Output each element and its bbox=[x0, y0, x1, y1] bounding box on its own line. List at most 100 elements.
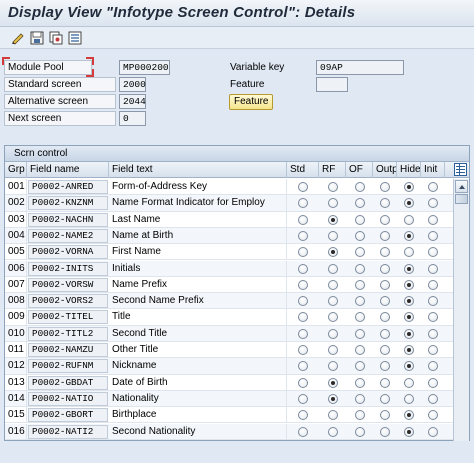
table-row[interactable]: 008 P0002-VORS2 Second Name Prefix bbox=[5, 293, 453, 310]
radio-rf[interactable] bbox=[328, 198, 338, 209]
radio-std[interactable] bbox=[298, 214, 308, 225]
radio-hide[interactable] bbox=[404, 198, 414, 209]
radio-hide[interactable] bbox=[404, 393, 414, 404]
field-name-cell[interactable]: P0002-RUFNM bbox=[28, 359, 108, 374]
radio-of[interactable] bbox=[355, 312, 365, 323]
radio-of[interactable] bbox=[355, 377, 365, 388]
variable-key-field[interactable]: 09AP bbox=[316, 60, 404, 75]
radio-std[interactable] bbox=[298, 345, 308, 355]
radio-init[interactable] bbox=[428, 312, 438, 323]
radio-hide[interactable] bbox=[404, 328, 414, 339]
radio-of[interactable] bbox=[355, 296, 365, 307]
field-name-cell[interactable]: P0002-GBORT bbox=[28, 408, 108, 423]
radio-outp[interactable] bbox=[380, 312, 390, 323]
field-name-cell[interactable]: P0002-TITL2 bbox=[28, 326, 108, 341]
radio-hide[interactable] bbox=[404, 377, 414, 388]
radio-outp[interactable] bbox=[380, 410, 390, 421]
copy-icon[interactable] bbox=[48, 30, 64, 46]
radio-rf[interactable] bbox=[328, 377, 338, 388]
radio-of[interactable] bbox=[355, 393, 365, 404]
table-row[interactable]: 009 P0002-TITEL Title bbox=[5, 309, 453, 326]
radio-init[interactable] bbox=[428, 182, 438, 192]
table-row[interactable]: 012 P0002-RUFNM Nickname bbox=[5, 358, 453, 375]
field-name-cell[interactable]: P0002-VORNA bbox=[28, 245, 108, 260]
field-name-cell[interactable]: P0002-ANRED bbox=[28, 180, 108, 194]
radio-init[interactable] bbox=[428, 345, 438, 355]
radio-rf[interactable] bbox=[328, 296, 338, 307]
radio-of[interactable] bbox=[355, 345, 365, 355]
column-header[interactable]: OF bbox=[346, 162, 373, 178]
vertical-scrollbar[interactable] bbox=[453, 179, 469, 441]
radio-rf[interactable] bbox=[328, 426, 338, 437]
column-header[interactable]: Outp bbox=[373, 162, 397, 178]
table-row[interactable]: 002 P0002-KNZNM Name Format Indicator for … bbox=[5, 195, 453, 212]
radio-init[interactable] bbox=[428, 393, 438, 404]
radio-hide[interactable] bbox=[404, 247, 414, 258]
radio-std[interactable] bbox=[298, 361, 308, 372]
radio-init[interactable] bbox=[428, 328, 438, 339]
radio-std[interactable] bbox=[298, 328, 308, 339]
radio-rf[interactable] bbox=[328, 312, 338, 323]
table-row[interactable]: 003 P0002-NACHN Last Name bbox=[5, 211, 453, 228]
radio-rf[interactable] bbox=[328, 247, 338, 258]
alternative-screen-field[interactable]: 2044 bbox=[119, 94, 146, 109]
radio-hide[interactable] bbox=[404, 279, 414, 290]
radio-init[interactable] bbox=[428, 426, 438, 437]
radio-init[interactable] bbox=[428, 198, 438, 209]
radio-std[interactable] bbox=[298, 263, 308, 274]
radio-init[interactable] bbox=[428, 247, 438, 258]
radio-outp[interactable] bbox=[380, 182, 390, 192]
radio-std[interactable] bbox=[298, 312, 308, 323]
column-header[interactable]: Init bbox=[421, 162, 445, 178]
radio-of[interactable] bbox=[355, 198, 365, 209]
radio-rf[interactable] bbox=[328, 393, 338, 404]
table-row[interactable]: 014 P0002-NATIO Nationality bbox=[5, 390, 453, 408]
radio-outp[interactable] bbox=[380, 214, 390, 225]
field-name-cell[interactable]: P0002-KNZNM bbox=[28, 196, 108, 211]
standard-screen-field[interactable]: 2000 bbox=[119, 77, 146, 92]
radio-of[interactable] bbox=[355, 247, 365, 258]
field-name-cell[interactable]: P0002-NACHN bbox=[28, 212, 108, 227]
table-row[interactable]: 010 P0002-TITL2 Second Title bbox=[5, 325, 453, 342]
radio-init[interactable] bbox=[428, 296, 438, 307]
field-name-cell[interactable]: P0002-TITEL bbox=[28, 310, 108, 325]
radio-outp[interactable] bbox=[380, 279, 390, 290]
radio-of[interactable] bbox=[355, 328, 365, 339]
radio-of[interactable] bbox=[355, 426, 365, 437]
save-icon[interactable] bbox=[29, 30, 45, 46]
radio-outp[interactable] bbox=[380, 263, 390, 274]
radio-init[interactable] bbox=[428, 214, 438, 225]
radio-init[interactable] bbox=[428, 279, 438, 290]
radio-std[interactable] bbox=[298, 393, 308, 404]
table-row[interactable]: 006 P0002-INITS Initials bbox=[5, 260, 453, 277]
table-row[interactable]: 011 P0002-NAMZU Other Title bbox=[5, 342, 453, 359]
radio-outp[interactable] bbox=[380, 361, 390, 372]
radio-std[interactable] bbox=[298, 279, 308, 290]
radio-hide[interactable] bbox=[404, 361, 414, 372]
radio-of[interactable] bbox=[355, 361, 365, 372]
radio-rf[interactable] bbox=[328, 230, 338, 241]
table-settings-icon[interactable] bbox=[454, 163, 467, 176]
table-row[interactable]: 013 P0002-GBDAT Date of Birth bbox=[5, 374, 453, 391]
column-header[interactable]: Hide bbox=[397, 162, 421, 178]
radio-hide[interactable] bbox=[404, 410, 414, 421]
radio-outp[interactable] bbox=[380, 377, 390, 388]
radio-rf[interactable] bbox=[328, 279, 338, 290]
field-name-cell[interactable]: P0002-VORSW bbox=[28, 277, 108, 292]
table-row[interactable]: 015 P0002-GBORT Birthplace bbox=[5, 407, 453, 424]
column-header[interactable]: Std bbox=[287, 162, 319, 178]
column-header[interactable]: Field text bbox=[109, 162, 287, 178]
table-row[interactable]: 004 P0002-NAME2 Name at Birth bbox=[5, 227, 453, 245]
radio-rf[interactable] bbox=[328, 345, 338, 355]
scroll-thumb[interactable] bbox=[455, 194, 468, 204]
radio-hide[interactable] bbox=[404, 296, 414, 307]
radio-hide[interactable] bbox=[404, 214, 414, 225]
radio-outp[interactable] bbox=[380, 345, 390, 355]
radio-outp[interactable] bbox=[380, 426, 390, 437]
radio-rf[interactable] bbox=[328, 263, 338, 274]
column-header[interactable]: Grp bbox=[5, 162, 27, 178]
field-name-cell[interactable]: P0002-NAME2 bbox=[28, 228, 108, 243]
radio-of[interactable] bbox=[355, 410, 365, 421]
table-row[interactable]: 007 P0002-VORSW Name Prefix bbox=[5, 276, 453, 294]
radio-of[interactable] bbox=[355, 230, 365, 241]
